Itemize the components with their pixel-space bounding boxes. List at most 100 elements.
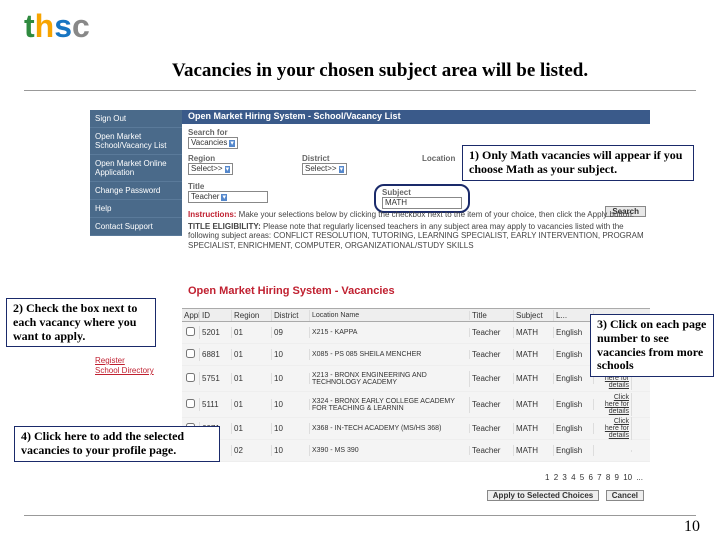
- cell-subject: MATH: [514, 349, 554, 360]
- cell-region: 01: [232, 349, 272, 360]
- cell-region: 02: [232, 445, 272, 456]
- callout-2: 2) Check the box next to each vacancy wh…: [6, 298, 156, 347]
- cell-location: X368 - IN-TECH ACADEMY (MS/HS 368): [310, 424, 470, 433]
- sidebar-item-application[interactable]: Open Market Online Application: [90, 155, 182, 182]
- col-apply: Apply: [182, 310, 200, 321]
- cell-district: 10: [272, 373, 310, 384]
- col-lang: L...: [554, 310, 594, 321]
- page-1[interactable]: 1: [545, 473, 549, 482]
- cell-location: X085 - PS 085 SHEILA MENCHER: [310, 350, 470, 359]
- page-3[interactable]: 3: [562, 473, 566, 482]
- sidebar-item-vacancylist[interactable]: Open Market School/Vacancy List: [90, 128, 182, 155]
- sidebar-link-directory[interactable]: School Directory: [90, 364, 182, 377]
- chevron-down-icon: ▾: [339, 166, 345, 173]
- cell-subject: MATH: [514, 445, 554, 456]
- page-more[interactable]: ...: [636, 473, 643, 482]
- cell-region: 01: [232, 373, 272, 384]
- table-row: 51110110X324 - BRONX EARLY COLLEGE ACADE…: [182, 392, 650, 418]
- cell-location: X390 - MS 390: [310, 446, 470, 455]
- vacancies-table: Apply ID Region District Location Name T…: [182, 308, 650, 462]
- page-title: Vacancies in your chosen subject area wi…: [172, 60, 588, 82]
- search-for-select[interactable]: Vacancies▾: [188, 137, 238, 149]
- title-select[interactable]: Teacher▾: [188, 191, 268, 203]
- action-buttons: Apply to Selected Choices Cancel: [483, 490, 644, 500]
- col-id: ID: [200, 310, 232, 321]
- location-label: Location: [422, 154, 455, 163]
- table-header-row: Apply ID Region District Location Name T…: [182, 308, 650, 322]
- table-row: 57510110X213 - BRONX ENGINEERING AND TEC…: [182, 366, 650, 392]
- sidebar-item-help[interactable]: Help: [90, 200, 182, 218]
- cell-district: 09: [272, 327, 310, 338]
- cell-lang: English: [554, 399, 594, 410]
- callout-1: 1) Only Math vacancies will appear if yo…: [462, 145, 694, 181]
- details-link[interactable]: Clickhere fordetails: [594, 393, 632, 416]
- table-row: 53820210X390 - MS 390TeacherMATHEnglish: [182, 440, 650, 462]
- chevron-down-icon: ▾: [225, 166, 231, 173]
- col-location: Location Name: [310, 311, 470, 320]
- subject-select[interactable]: MATH: [382, 197, 462, 209]
- page-10[interactable]: 10: [623, 473, 632, 482]
- cell-lang: English: [554, 423, 594, 434]
- cell-id: 5201: [200, 327, 232, 338]
- page-5[interactable]: 5: [580, 473, 584, 482]
- cell-title: Teacher: [470, 399, 514, 410]
- cell-id: 5111: [200, 399, 232, 410]
- table-row: 60710110X368 - IN-TECH ACADEMY (MS/HS 36…: [182, 418, 650, 440]
- cell-lang: English: [554, 373, 594, 384]
- sidebar-item-password[interactable]: Change Password: [90, 182, 182, 200]
- apply-button[interactable]: Apply to Selected Choices: [487, 490, 599, 501]
- cell-lang: English: [554, 349, 594, 360]
- sidebar-item-signout[interactable]: Sign Out: [90, 110, 182, 128]
- slide-page-number: 10: [684, 518, 700, 536]
- col-title: Title: [470, 310, 514, 321]
- vacancies-heading: Open Market Hiring System - Vacancies: [188, 285, 395, 297]
- page-9[interactable]: 9: [615, 473, 619, 482]
- subject-highlight: Subject MATH: [374, 184, 470, 213]
- apply-checkbox[interactable]: [186, 349, 195, 358]
- subject-label: Subject: [382, 188, 462, 197]
- page-2[interactable]: 2: [554, 473, 558, 482]
- details-link[interactable]: [594, 450, 632, 452]
- cell-subject: MATH: [514, 327, 554, 338]
- cell-title: Teacher: [470, 445, 514, 456]
- cell-district: 10: [272, 423, 310, 434]
- region-select[interactable]: Select>>▾: [188, 163, 233, 175]
- sidebar-item-contact[interactable]: Contact Support: [90, 218, 182, 236]
- apply-checkbox[interactable]: [186, 399, 195, 408]
- pagination: 1 2 3 4 5 6 7 8 9 10 ...: [544, 473, 644, 482]
- footer-divider: [24, 515, 696, 516]
- page-4[interactable]: 4: [571, 473, 575, 482]
- system-header: Open Market Hiring System - School/Vacan…: [182, 110, 650, 124]
- cell-district: 10: [272, 445, 310, 456]
- chevron-down-icon: ▾: [221, 194, 227, 201]
- col-subject: Subject: [514, 310, 554, 321]
- callout-4: 4) Click here to add the selected vacanc…: [14, 426, 220, 462]
- district-label: District: [302, 154, 347, 163]
- region-label: Region: [188, 154, 233, 163]
- table-row: 68810110X085 - PS 085 SHEILA MENCHERTeac…: [182, 344, 650, 366]
- page-6[interactable]: 6: [588, 473, 592, 482]
- page-7[interactable]: 7: [597, 473, 601, 482]
- cell-subject: MATH: [514, 399, 554, 410]
- apply-checkbox[interactable]: [186, 327, 195, 336]
- cancel-button[interactable]: Cancel: [606, 490, 644, 501]
- cell-lang: English: [554, 327, 594, 338]
- cell-location: X213 - BRONX ENGINEERING AND TECHNOLOGY …: [310, 371, 470, 387]
- col-district: District: [272, 310, 310, 321]
- cell-region: 01: [232, 399, 272, 410]
- page-8[interactable]: 8: [606, 473, 610, 482]
- apply-checkbox[interactable]: [186, 373, 195, 382]
- district-select[interactable]: Select>>▾: [302, 163, 347, 175]
- details-link[interactable]: Clickhere fordetails: [594, 417, 632, 440]
- cell-location: X324 - BRONX EARLY COLLEGE ACADEMY FOR T…: [310, 397, 470, 413]
- cell-title: Teacher: [470, 423, 514, 434]
- cell-district: 10: [272, 349, 310, 360]
- cell-title: Teacher: [470, 349, 514, 360]
- cell-location: X215 - KAPPA: [310, 328, 470, 337]
- cell-region: 01: [232, 327, 272, 338]
- callout-3: 3) Click on each page number to see vaca…: [590, 314, 714, 377]
- logo: thsc: [24, 8, 90, 45]
- sidebar: Sign Out Open Market School/Vacancy List…: [90, 110, 182, 236]
- cell-title: Teacher: [470, 327, 514, 338]
- instructions: Instructions: Make your selections below…: [188, 210, 646, 250]
